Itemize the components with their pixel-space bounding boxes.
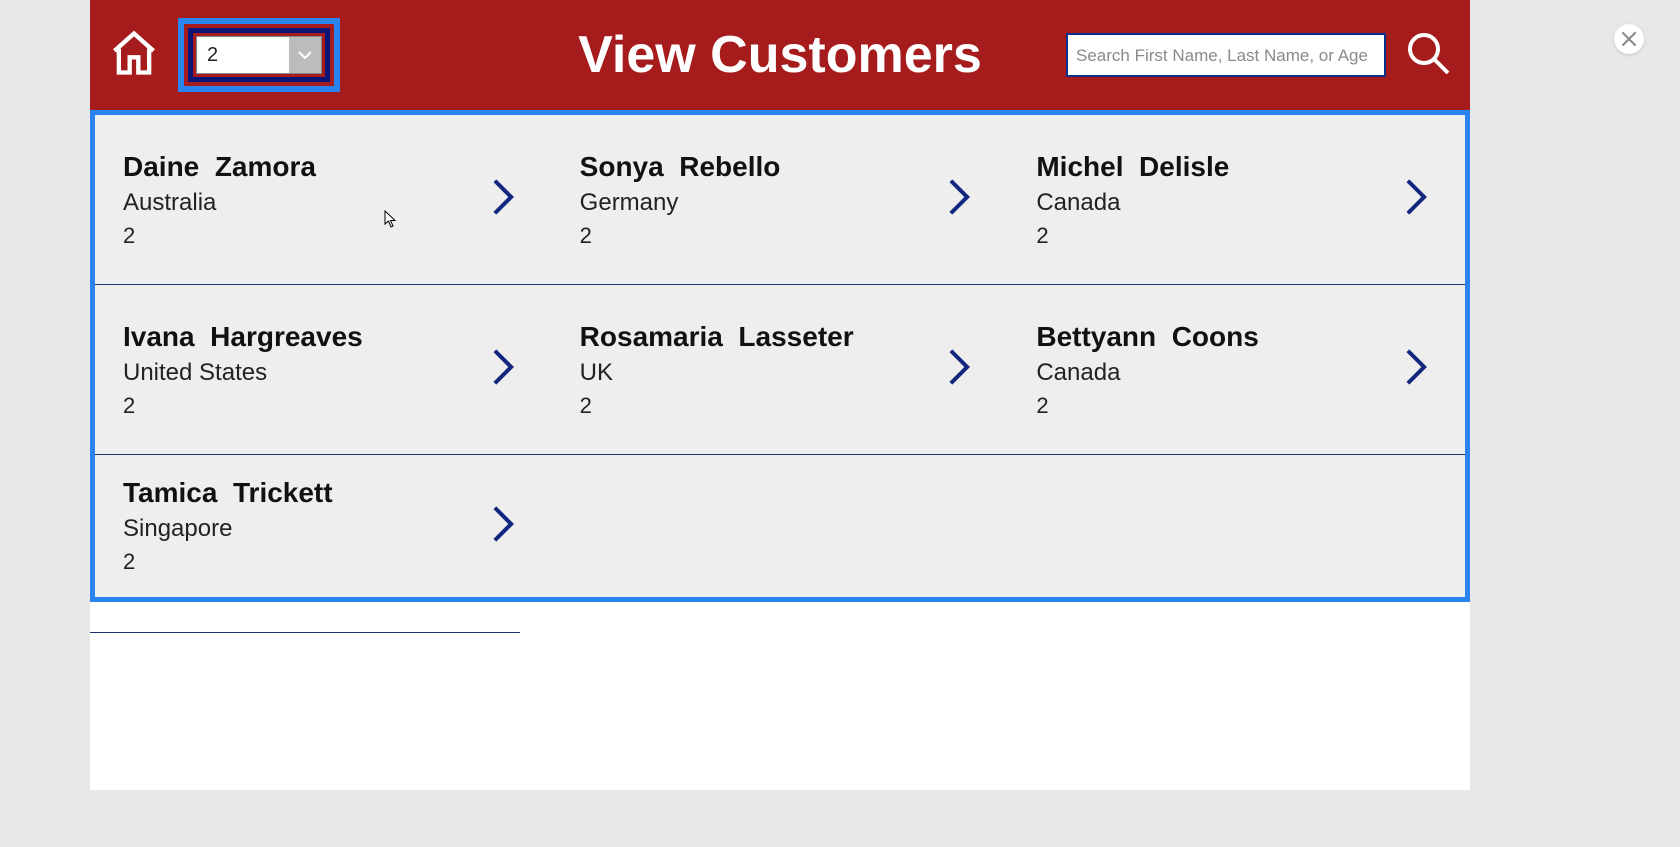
header-right-group (1066, 29, 1452, 82)
chevron-right-icon (490, 177, 516, 222)
chevron-right-icon (490, 504, 516, 549)
footer-divider (90, 632, 520, 633)
customer-cell[interactable]: Bettyann Coons Canada 2 (1008, 285, 1465, 454)
customer-cell[interactable]: Daine Zamora Australia 2 (95, 115, 552, 284)
customer-age: 2 (123, 223, 490, 249)
customer-country: UK (580, 359, 947, 387)
customer-row: Daine Zamora Australia 2 Sonya Rebello G… (95, 115, 1465, 285)
customer-grid-highlight: Daine Zamora Australia 2 Sonya Rebello G… (90, 110, 1470, 602)
customer-cell[interactable]: Sonya Rebello Germany 2 (552, 115, 1009, 284)
customer-name: Tamica Trickett (123, 477, 490, 509)
page-title: View Customers (578, 25, 982, 85)
search-button[interactable] (1404, 29, 1452, 82)
customer-cell[interactable]: Rosamaria Lasseter UK 2 (552, 285, 1009, 454)
chevron-right-icon (490, 347, 516, 392)
customer-country: Canada (1036, 359, 1403, 387)
search-input[interactable] (1066, 33, 1386, 77)
customer-name: Bettyann Coons (1036, 321, 1403, 353)
home-button[interactable] (108, 27, 160, 84)
chevron-right-icon (946, 177, 972, 222)
customer-age: 2 (580, 223, 947, 249)
filter-dropdown-value: 2 (197, 44, 289, 67)
customer-cell[interactable]: Tamica Trickett Singapore 2 (95, 455, 552, 597)
home-icon (108, 27, 160, 79)
app-window: 2 View Customers Daine Zamora Aus (90, 0, 1470, 790)
filter-dropdown-inner: 2 (188, 28, 330, 82)
chevron-right-icon (1403, 347, 1429, 392)
customer-cell-empty (552, 455, 1009, 597)
close-icon (1622, 32, 1636, 46)
customer-row: Ivana Hargreaves United States 2 Rosamar… (95, 285, 1465, 455)
customer-name: Michel Delisle (1036, 151, 1403, 183)
filter-dropdown[interactable]: 2 (196, 36, 322, 74)
customer-country: Singapore (123, 515, 490, 543)
customer-cell[interactable]: Ivana Hargreaves United States 2 (95, 285, 552, 454)
customer-name: Sonya Rebello (580, 151, 947, 183)
customer-country: Canada (1036, 189, 1403, 217)
customer-age: 2 (1036, 223, 1403, 249)
close-button[interactable] (1614, 24, 1644, 54)
customer-age: 2 (123, 549, 490, 575)
filter-dropdown-highlight: 2 (178, 18, 340, 92)
customer-country: Australia (123, 189, 490, 217)
header-bar: 2 View Customers (90, 0, 1470, 110)
customer-cell-empty (1008, 455, 1465, 597)
customer-age: 2 (580, 393, 947, 419)
customer-age: 2 (1036, 393, 1403, 419)
search-icon (1404, 29, 1452, 77)
customer-name: Rosamaria Lasseter (580, 321, 947, 353)
customer-country: Germany (580, 189, 947, 217)
customer-country: United States (123, 359, 490, 387)
customer-name: Daine Zamora (123, 151, 490, 183)
chevron-right-icon (1403, 177, 1429, 222)
customer-row: Tamica Trickett Singapore 2 (95, 455, 1465, 597)
customer-age: 2 (123, 393, 490, 419)
chevron-down-icon (289, 37, 321, 73)
chevron-right-icon (946, 347, 972, 392)
customer-grid: Daine Zamora Australia 2 Sonya Rebello G… (95, 115, 1465, 597)
customer-name: Ivana Hargreaves (123, 321, 490, 353)
customer-cell[interactable]: Michel Delisle Canada 2 (1008, 115, 1465, 284)
